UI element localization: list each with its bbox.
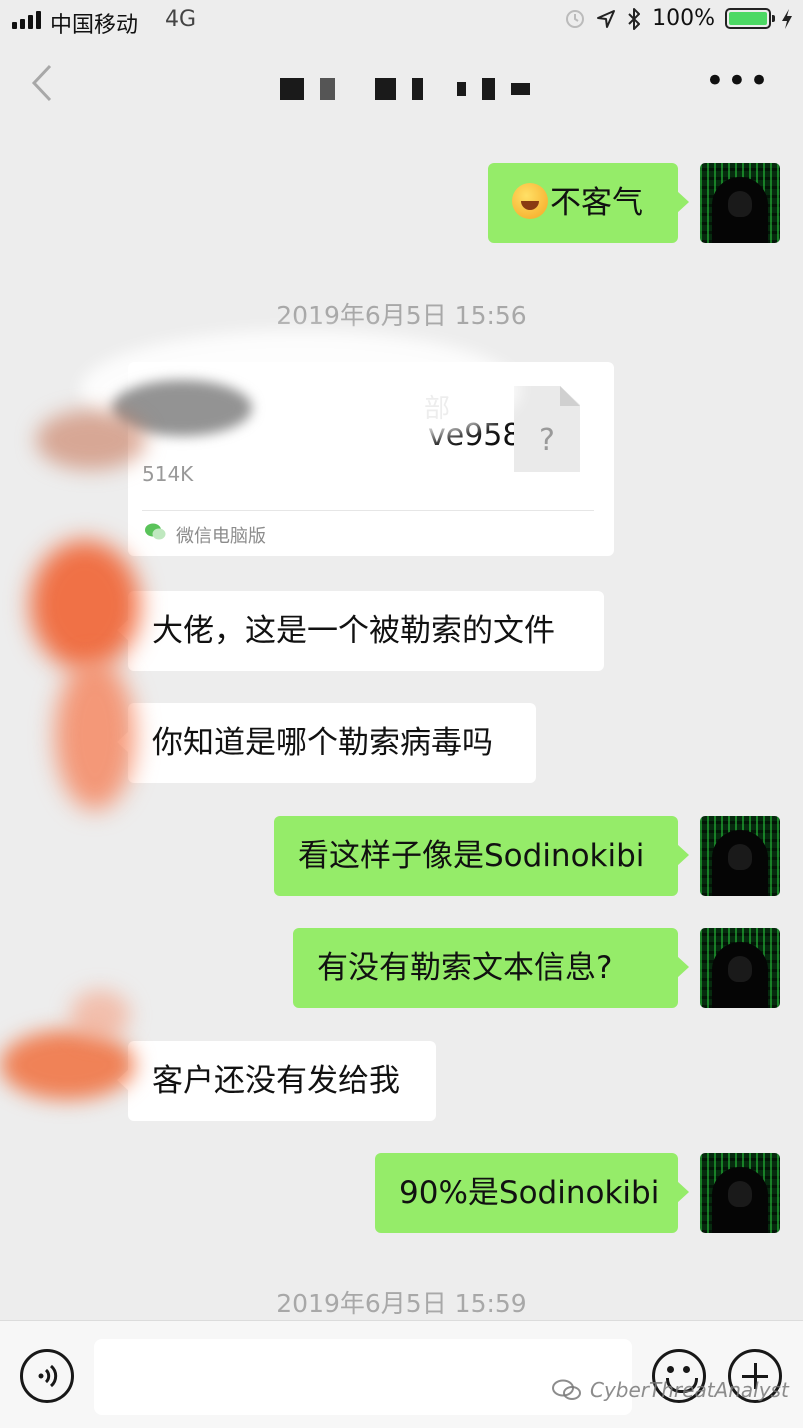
my-avatar[interactable]: [700, 816, 780, 896]
redaction-smudge: [55, 660, 135, 810]
battery-percentage: 100%: [652, 6, 715, 31]
file-icon-corner: [560, 386, 580, 406]
redaction-smudge: [30, 540, 140, 670]
message-bubble-incoming[interactable]: 大佬，这是一个被勒索的文件: [117, 591, 604, 671]
message-bubble-incoming[interactable]: 你知道是哪个勒索病毒吗: [117, 703, 536, 783]
message-text: 你知道是哪个勒索病毒吗: [152, 725, 493, 761]
chat-header: •••: [0, 40, 803, 126]
bluetooth-icon: [628, 7, 641, 30]
message-text: 90%是Sodinokibi: [399, 1175, 660, 1211]
message-text: 大佬，这是一个被勒索的文件: [152, 613, 555, 649]
watermark: CyberThreatAnalyst: [552, 1378, 789, 1402]
timestamp: 2019年6月5日 15:59: [276, 1289, 527, 1318]
battery-icon: [725, 8, 775, 29]
message-input[interactable]: [94, 1339, 632, 1415]
divider: [142, 510, 594, 511]
back-icon[interactable]: [26, 60, 66, 106]
message-text: 看这样子像是Sodinokibi: [298, 838, 645, 874]
charging-icon: [782, 8, 792, 29]
message-text: 不客气: [550, 185, 643, 221]
wechat-watermark-icon: [552, 1379, 581, 1400]
file-source-label: 微信电脑版: [176, 526, 266, 547]
chat-title-redacted: [280, 74, 530, 104]
alarm-icon: [566, 9, 585, 28]
redaction-smudge: [36, 410, 146, 470]
network-type: 4G: [165, 7, 197, 32]
voice-input-icon[interactable]: [20, 1349, 74, 1403]
location-icon: [597, 9, 616, 28]
wechat-logo-icon: [145, 523, 166, 540]
my-avatar[interactable]: [700, 1153, 780, 1233]
message-bubble-outgoing[interactable]: 90%是Sodinokibi: [375, 1153, 689, 1233]
status-right: 100%: [564, 6, 793, 31]
my-avatar[interactable]: [700, 928, 780, 1008]
input-bar: [0, 1320, 803, 1428]
redaction-smudge: [0, 1030, 135, 1100]
status-bar: 中国移动 4G 100%: [0, 0, 803, 40]
my-avatar[interactable]: [700, 163, 780, 243]
more-options-icon[interactable]: •••: [705, 64, 771, 98]
message-text: 有没有勒索文本信息?: [317, 950, 613, 986]
carrier-name: 中国移动: [50, 13, 139, 38]
signal-strength-icon: [12, 11, 41, 29]
file-size: 514K: [142, 462, 194, 486]
watermark-text: CyberThreatAnalyst: [590, 1378, 789, 1402]
redaction-smudge: [70, 990, 130, 1040]
message-bubble-outgoing[interactable]: 不客气: [488, 163, 689, 243]
message-text: 客户还没有发给我: [152, 1063, 400, 1099]
grin-emoji-icon: [512, 183, 548, 219]
message-bubble-outgoing[interactable]: 有没有勒索文本信息?: [293, 928, 689, 1008]
message-bubble-outgoing[interactable]: 看这样子像是Sodinokibi: [274, 816, 689, 896]
message-bubble-incoming[interactable]: 客户还没有发给我: [117, 1041, 436, 1121]
timestamp: 2019年6月5日 15:56: [276, 301, 527, 330]
